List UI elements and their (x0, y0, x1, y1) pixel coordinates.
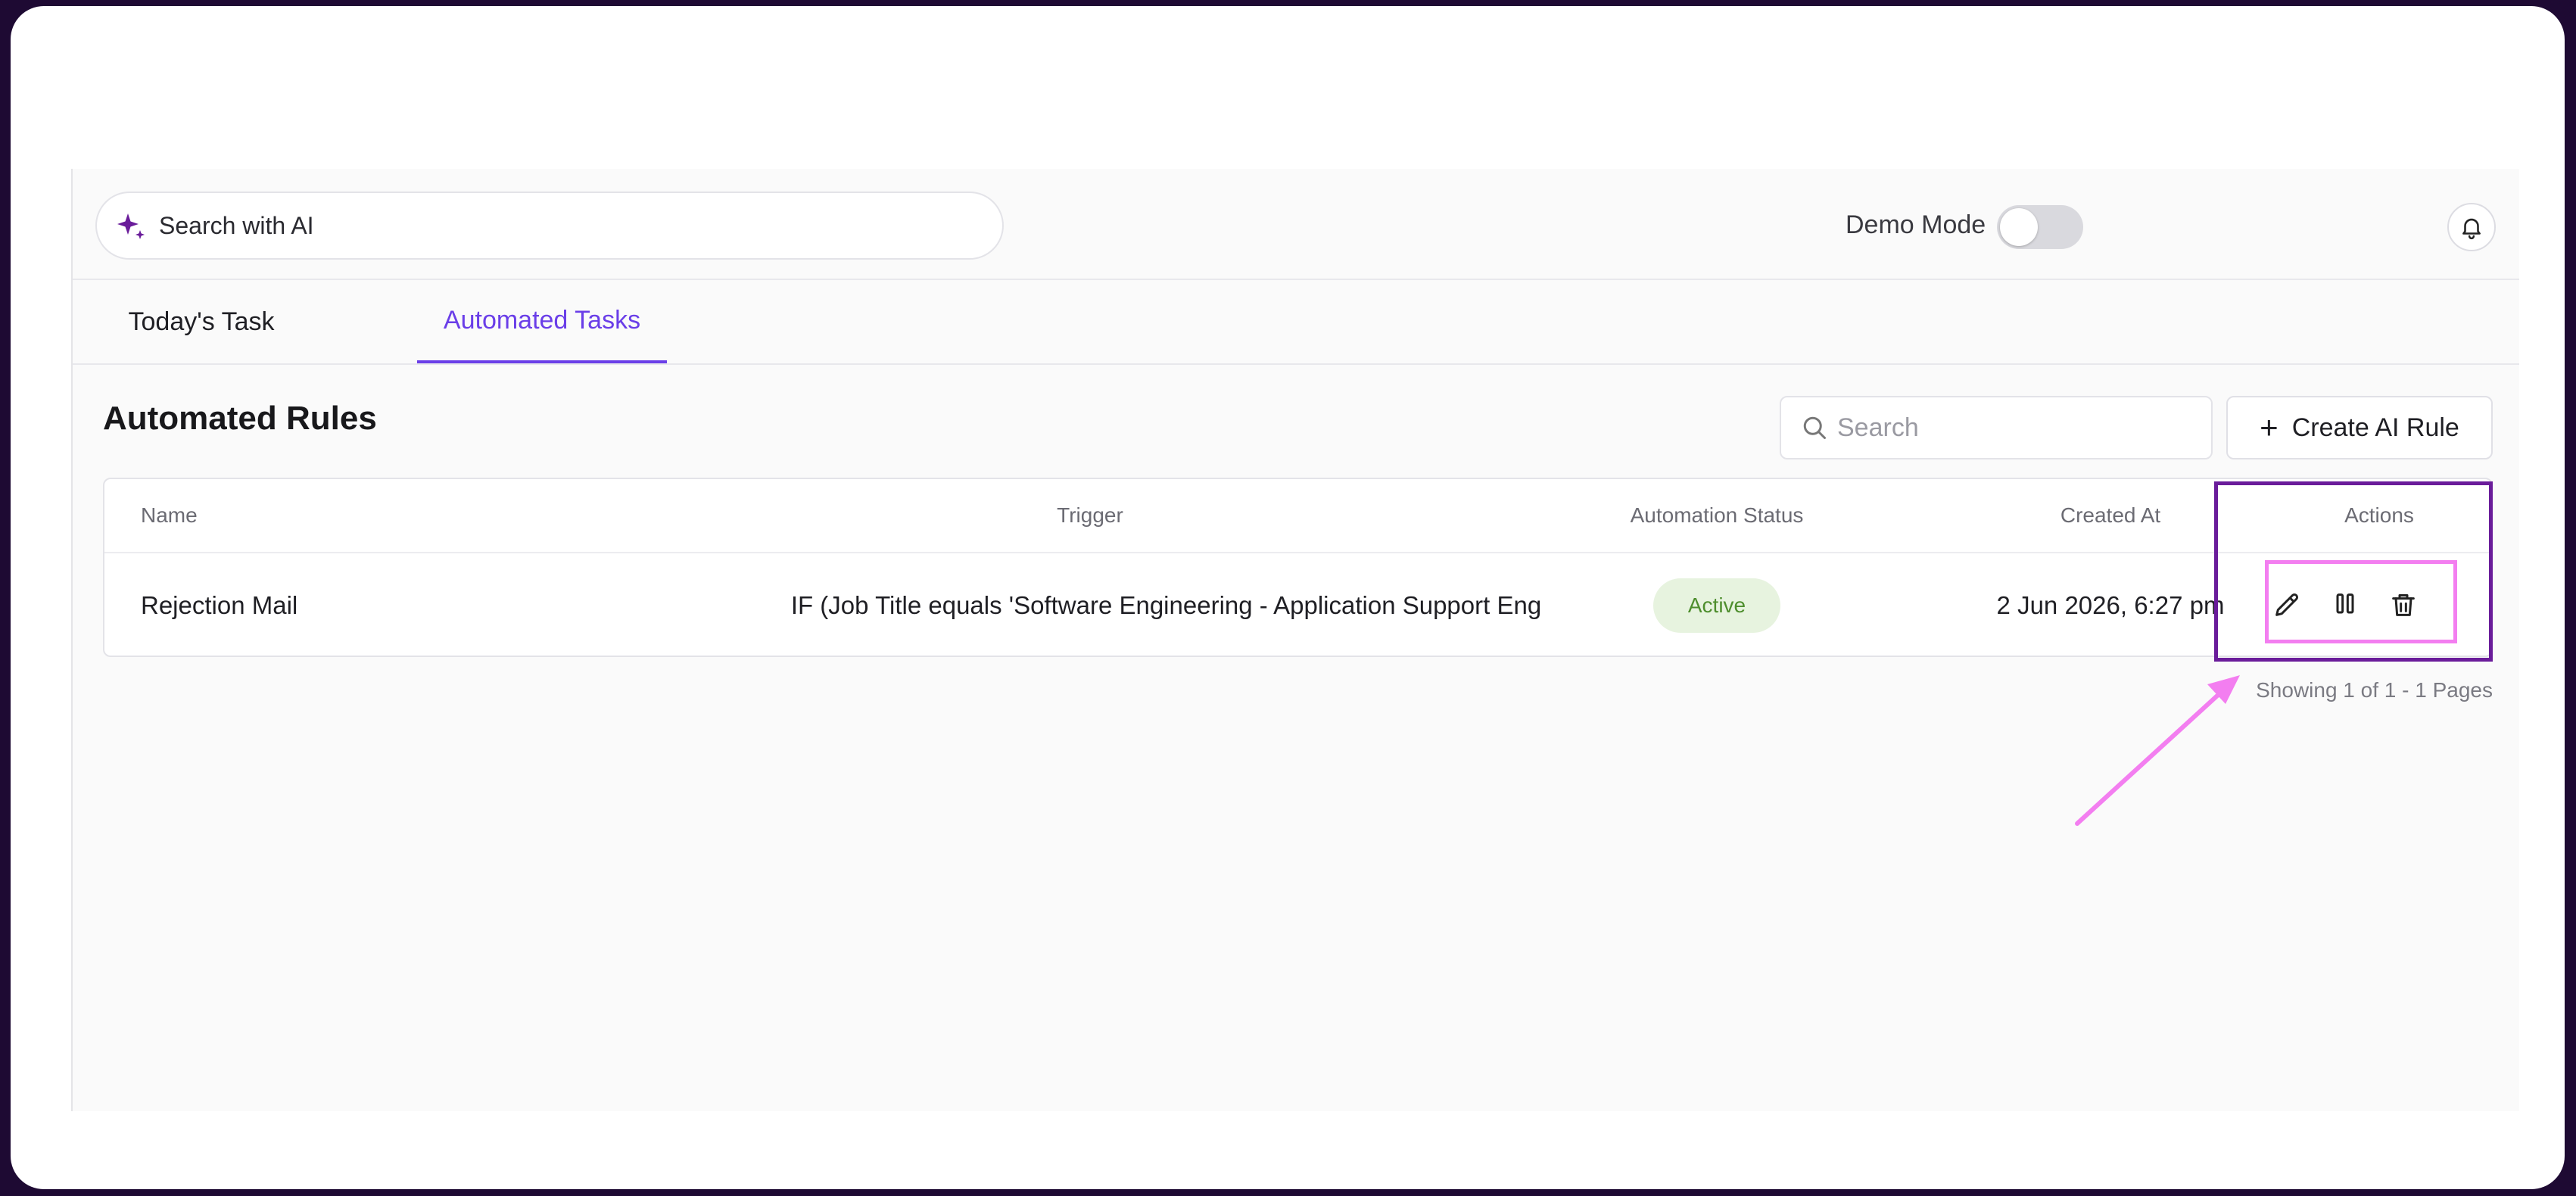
table-header: Name Trigger Automation Status Created A… (104, 479, 2491, 553)
notifications-button[interactable] (2447, 203, 2496, 251)
rules-table: Name Trigger Automation Status Created A… (103, 478, 2493, 657)
column-header-name: Name (141, 503, 198, 527)
rule-name: Rejection Mail (141, 590, 298, 619)
tab-automated-tasks[interactable]: Automated Tasks (417, 280, 667, 363)
sparkle-icon (117, 213, 145, 239)
tab-bar: Today's Task Automated Tasks (73, 280, 2519, 365)
rule-trigger: IF (Job Title equals 'Software Engineeri… (790, 590, 1542, 619)
bell-icon (2462, 218, 2481, 240)
screen-frame: Search with AI Demo Mode Today's Task Au… (11, 6, 2565, 1189)
app-panel: Search with AI Demo Mode Today's Task Au… (71, 169, 2519, 1111)
column-header-created: Created At (2060, 503, 2161, 527)
search-icon (1803, 416, 1826, 439)
status-badge: Active (1652, 578, 1781, 633)
demo-mode-label: Demo Mode (1846, 210, 1986, 239)
delete-rule-button[interactable] (2384, 585, 2423, 624)
plus-icon: + (2260, 410, 2279, 445)
created-at: 2 Jun 2026, 6:27 pm (1996, 590, 2225, 619)
tab-todays-task[interactable]: Today's Task (118, 280, 285, 363)
pencil-icon (2275, 593, 2299, 616)
column-header-actions: Actions (2344, 503, 2414, 527)
demo-mode-toggle[interactable] (1997, 205, 2083, 249)
column-header-status: Automation Status (1630, 503, 1804, 527)
search-input[interactable] (1836, 412, 2187, 444)
pause-icon (2336, 593, 2354, 614)
page-title: Automated Rules (103, 400, 377, 437)
status-cell: Active (1565, 553, 1868, 657)
create-ai-rule-label: Create AI Rule (2291, 413, 2459, 442)
toggle-knob (2000, 208, 2038, 246)
column-header-trigger: Trigger (1057, 503, 1123, 527)
table-row[interactable]: Rejection Mail IF (Job Title equals 'Sof… (104, 553, 2491, 657)
pagination-text: Showing 1 of 1 - 1 Pages (2256, 678, 2493, 702)
pause-rule-button[interactable] (2325, 585, 2365, 624)
trash-icon (2392, 594, 2415, 616)
rules-search[interactable] (1780, 396, 2213, 459)
ai-search-label: Search with AI (159, 211, 314, 239)
ai-search-bar[interactable]: Search with AI (95, 192, 1004, 260)
create-ai-rule-button[interactable]: + Create AI Rule (2226, 396, 2493, 459)
top-bar: Search with AI Demo Mode (73, 169, 2519, 280)
edit-rule-button[interactable] (2267, 585, 2307, 624)
